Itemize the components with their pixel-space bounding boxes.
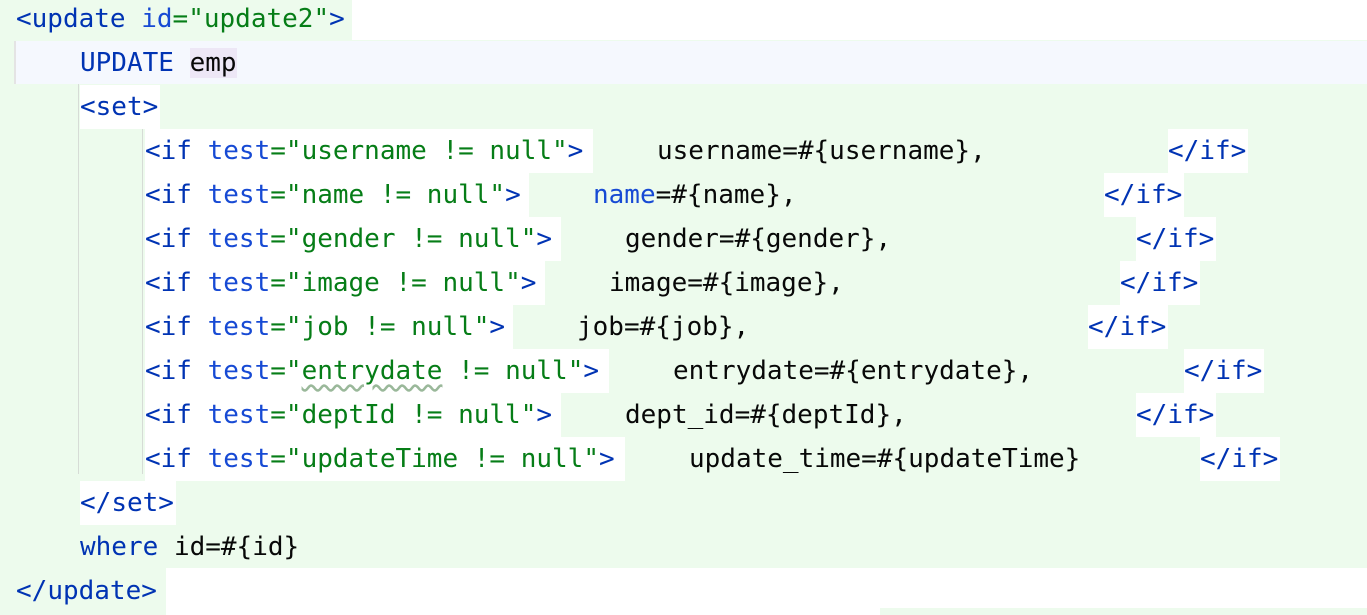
if-test: deptId != null <box>301 400 521 430</box>
code-line-close-set[interactable]: </set> <box>80 481 176 525</box>
table-name: emp <box>189 48 237 78</box>
code-line-update[interactable]: UPDATE emp <box>80 41 237 85</box>
if-test: image != null <box>301 268 506 298</box>
code-line-if-deptid[interactable]: <if test="deptId != null"> dept_id=#{dept… <box>145 393 1216 437</box>
code-line-if-name[interactable]: <if test="name != null"> name=#{name}, </i… <box>145 173 1184 217</box>
code-line-if-entrydate[interactable]: <if test="entrydate != null"> entrydate=#… <box>145 349 1264 393</box>
tag-name: set <box>95 92 143 122</box>
code-line-close-update[interactable]: </update> <box>16 569 157 613</box>
code-line-if-image[interactable]: <if test="image != null"> image=#{image},… <box>145 261 1200 305</box>
code-line-where[interactable]: where id=#{id} <box>80 525 299 569</box>
code-line-if-updatetime[interactable]: <if test="updateTime != null"> update_tim… <box>145 437 1280 481</box>
if-test: != null <box>442 356 568 386</box>
if-body-keyword: name <box>593 180 656 210</box>
indent-guide <box>78 84 79 474</box>
if-body: image=#{image}, <box>609 268 844 298</box>
close-tag: if <box>1167 224 1199 254</box>
close-tag: if <box>1135 180 1167 210</box>
attr-value: update2 <box>203 4 314 34</box>
tag-name: update <box>47 576 142 606</box>
sql-keyword: where <box>80 532 159 562</box>
code-line-open-update[interactable]: <update id="update2"> <box>16 0 345 41</box>
if-body: entrydate=#{entrydate}, <box>673 356 1034 386</box>
tag-name: update <box>31 4 126 34</box>
close-tag: if <box>1199 136 1231 166</box>
close-tag: if <box>1167 400 1199 430</box>
tag-name: set <box>111 488 159 518</box>
attr-name: id <box>141 4 173 34</box>
close-tag: if <box>1231 444 1263 474</box>
if-body: dept_id=#{deptId}, <box>625 400 907 430</box>
where-condition: id=#{id} <box>173 532 300 562</box>
if-test: updateTime != null <box>301 444 584 474</box>
close-tag: if <box>1151 268 1183 298</box>
if-body: job=#{job}, <box>577 312 750 342</box>
close-tag: if <box>1215 356 1247 386</box>
code-line-if-gender[interactable]: <if test="gender != null"> gender=#{gende… <box>145 217 1216 261</box>
if-test-typo: entrydate <box>301 356 443 386</box>
unchanged-line-bg <box>0 568 1367 615</box>
code-editor[interactable]: <update id="update2"> UPDATE emp <set> <… <box>0 0 1367 615</box>
code-line-if-username[interactable]: <if test="username != null"> username=#{u… <box>145 129 1248 173</box>
if-body: update_time=#{updateTime} <box>689 444 1081 474</box>
if-body: =#{name}, <box>655 180 797 210</box>
if-body: gender=#{gender}, <box>625 224 892 254</box>
if-test: name != null <box>301 180 490 210</box>
sql-keyword: UPDATE <box>80 48 174 78</box>
code-line-open-set[interactable]: <set> <box>80 85 160 129</box>
close-tag: if <box>1119 312 1151 342</box>
code-line-if-job[interactable]: <if test="job != null"> job=#{job}, </if> <box>145 305 1168 349</box>
if-test: username != null <box>301 136 553 166</box>
if-test: job != null <box>301 312 474 342</box>
indent-guide <box>142 128 143 474</box>
if-body: username=#{username}, <box>657 136 986 166</box>
if-test: gender != null <box>301 224 521 254</box>
